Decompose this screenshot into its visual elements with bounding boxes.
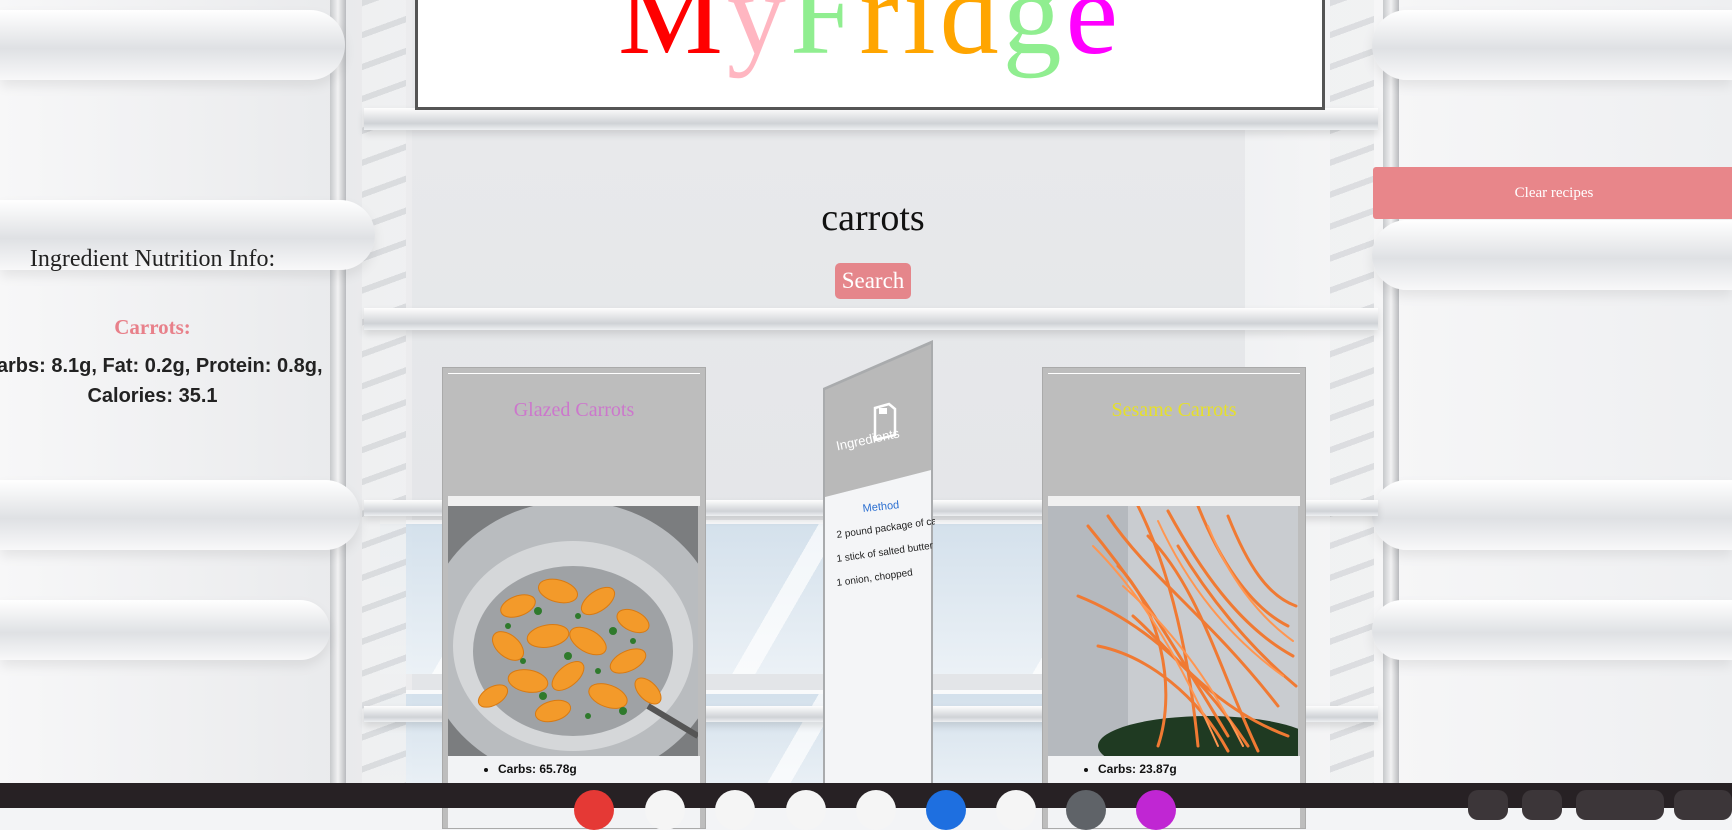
recipe-flip-card[interactable]: Ingredients Method 2 pound package of ca… (823, 340, 957, 810)
nutrition-values: Carbs: 8.1g, Fat: 0.2g, Protein: 0.8g, C… (0, 351, 325, 411)
title-letter: e (1065, 0, 1123, 79)
right-door-shelf (1372, 600, 1732, 660)
right-door-shelf (1372, 220, 1732, 290)
right-door-shelf (1372, 10, 1732, 80)
recipe-stat: Carbs: 65.78g (498, 760, 700, 779)
drive-icon[interactable] (715, 790, 755, 830)
play-store-icon[interactable] (786, 790, 826, 830)
camera-icon[interactable] (1136, 790, 1176, 830)
right-door-shelf (1372, 480, 1732, 550)
nutrition-ingredient-name: Carrots: (114, 315, 191, 339)
left-rail (330, 0, 346, 808)
search-button[interactable]: Search (835, 263, 911, 299)
youtube-icon[interactable] (856, 790, 896, 830)
card-border-line (448, 373, 700, 374)
card-border-line (1048, 373, 1300, 374)
recipe-photo-sesame-carrots (1048, 506, 1300, 756)
messages-icon[interactable] (996, 790, 1036, 830)
sesame-carrots-image (1048, 506, 1300, 756)
title-banner: MyFridge (415, 0, 1325, 110)
glazed-carrots-image (448, 506, 700, 756)
recipe-card-sesame-carrots[interactable]: Sesame Carrots • Carbs: 23.87g • (1042, 367, 1306, 829)
title-letter: F (789, 0, 860, 79)
tray-status-area[interactable] (1576, 790, 1664, 820)
title-letter: M (617, 0, 727, 79)
left-door-shelf (0, 10, 345, 80)
flip-card-graphic: Ingredients Method 2 pound package of ca… (823, 340, 957, 810)
nutrition-line: Calories: 35.1 (87, 385, 218, 407)
fridge-shelf (364, 108, 1378, 130)
gmail-icon[interactable] (645, 790, 685, 830)
card-strip (1048, 496, 1300, 506)
recipe-card-glazed-carrots[interactable]: Glazed Carrots • Carbs: 65.78g • (442, 367, 706, 829)
right-rail (1383, 0, 1399, 808)
clear-recipes-button[interactable]: Clear recipes (1373, 167, 1732, 219)
recipe-title[interactable]: Sesame Carrots (1043, 399, 1305, 422)
recipe-title[interactable]: Glazed Carrots (443, 399, 705, 422)
nutrition-line: Carbs: 8.1g, Fat: 0.2g, Protein: 0.8g, (0, 355, 323, 377)
nutrition-heading: Ingredient Nutrition Info: (29, 246, 276, 272)
tray-clock-area[interactable] (1674, 790, 1732, 820)
app-title: MyFridge (418, 0, 1322, 73)
title-letter: y (726, 0, 790, 79)
left-door-shelf (0, 480, 360, 550)
search-query-text[interactable]: carrots (700, 196, 1046, 240)
title-letter: d (939, 0, 1003, 79)
title-letter: i (902, 0, 940, 79)
title-letter: r (859, 0, 903, 79)
card-strip (448, 496, 700, 506)
title-letter: g (1002, 0, 1066, 79)
tray-screenshot-icon[interactable] (1468, 790, 1508, 820)
tray-clipboard-icon[interactable] (1522, 790, 1562, 820)
terminal-icon[interactable] (1066, 790, 1106, 830)
recipe-photo-glazed-carrots (448, 506, 700, 756)
fridge-shelf (364, 308, 1378, 330)
chrome-icon[interactable] (574, 790, 614, 830)
files-icon[interactable] (926, 790, 966, 830)
left-door-shelf (0, 600, 330, 660)
recipe-stat: Carbs: 23.87g (1098, 760, 1300, 779)
